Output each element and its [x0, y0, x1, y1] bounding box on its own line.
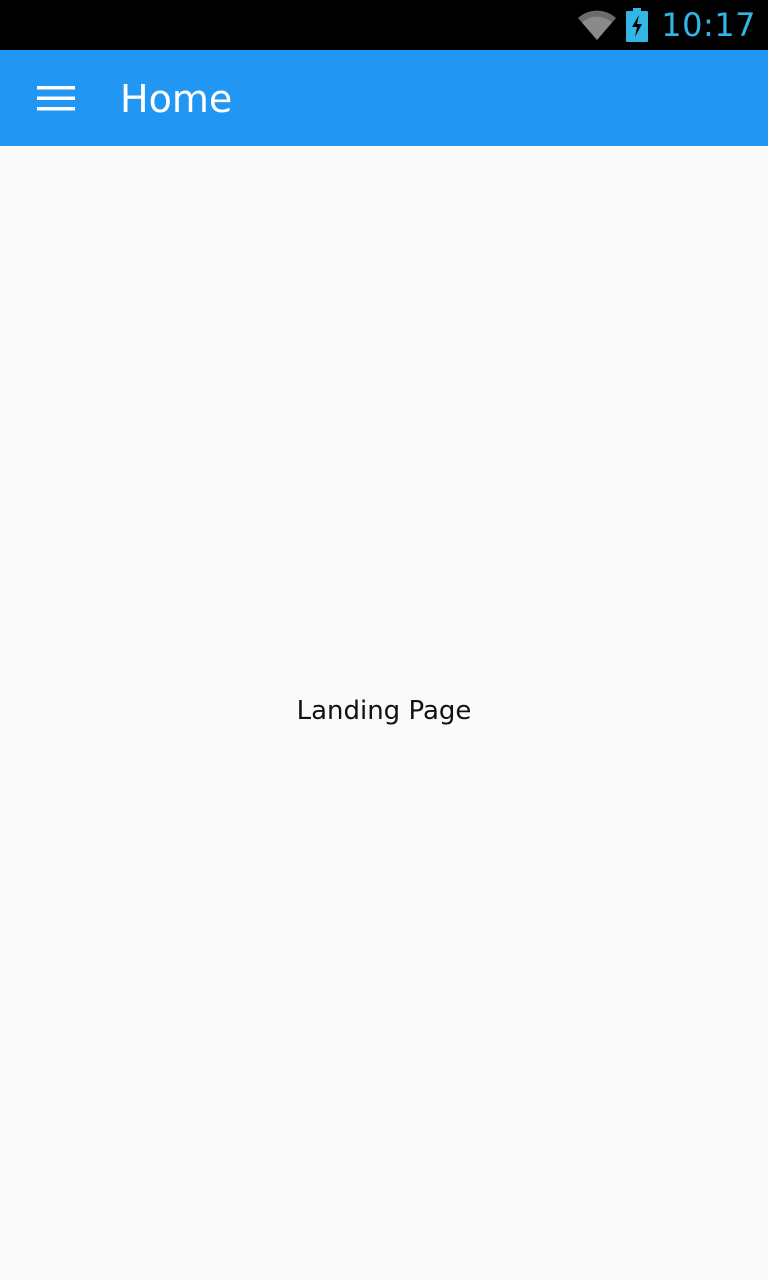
main-content: Landing Page [0, 146, 768, 1280]
landing-page-text: Landing Page [296, 696, 472, 726]
hamburger-menu-icon [37, 86, 75, 111]
menu-button[interactable] [20, 70, 92, 126]
status-clock: 10:17 [661, 6, 756, 44]
status-icons: 10:17 [577, 0, 756, 50]
status-bar: 10:17 [0, 0, 768, 50]
wifi-icon [578, 10, 617, 40]
battery-charging-icon [626, 8, 649, 42]
page-title: Home [120, 77, 233, 121]
app-bar: Home [0, 50, 768, 146]
